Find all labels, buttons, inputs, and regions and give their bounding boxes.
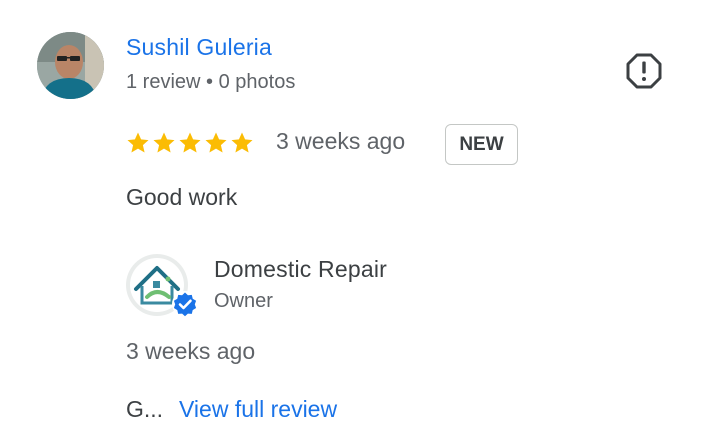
star-icon — [231, 132, 253, 153]
star-icon — [179, 132, 201, 153]
view-full-review-link[interactable]: View full review — [179, 396, 337, 423]
star-icon — [205, 132, 227, 153]
reviewer-name-link[interactable]: Sushil Guleria — [126, 34, 272, 61]
review-date: 3 weeks ago — [276, 128, 406, 154]
verified-badge-icon — [171, 290, 199, 318]
report-flag-icon[interactable] — [625, 52, 663, 90]
owner-role: Owner — [214, 290, 273, 312]
owner-name[interactable]: Domestic Repair — [214, 256, 387, 283]
response-date: 3 weeks ago — [126, 338, 256, 364]
star-rating — [126, 131, 254, 155]
star-icon — [153, 132, 175, 153]
new-badge: NEW — [445, 124, 518, 165]
reviewer-meta: 1 review • 0 photos — [126, 71, 296, 93]
star-icon — [127, 132, 149, 153]
response-preview-text: G... — [126, 396, 164, 422]
reviewer-avatar[interactable] — [37, 32, 104, 99]
review-text: Good work — [126, 184, 238, 210]
review-card: Sushil Guleria 1 review • 0 photos 3 wee… — [0, 0, 706, 443]
